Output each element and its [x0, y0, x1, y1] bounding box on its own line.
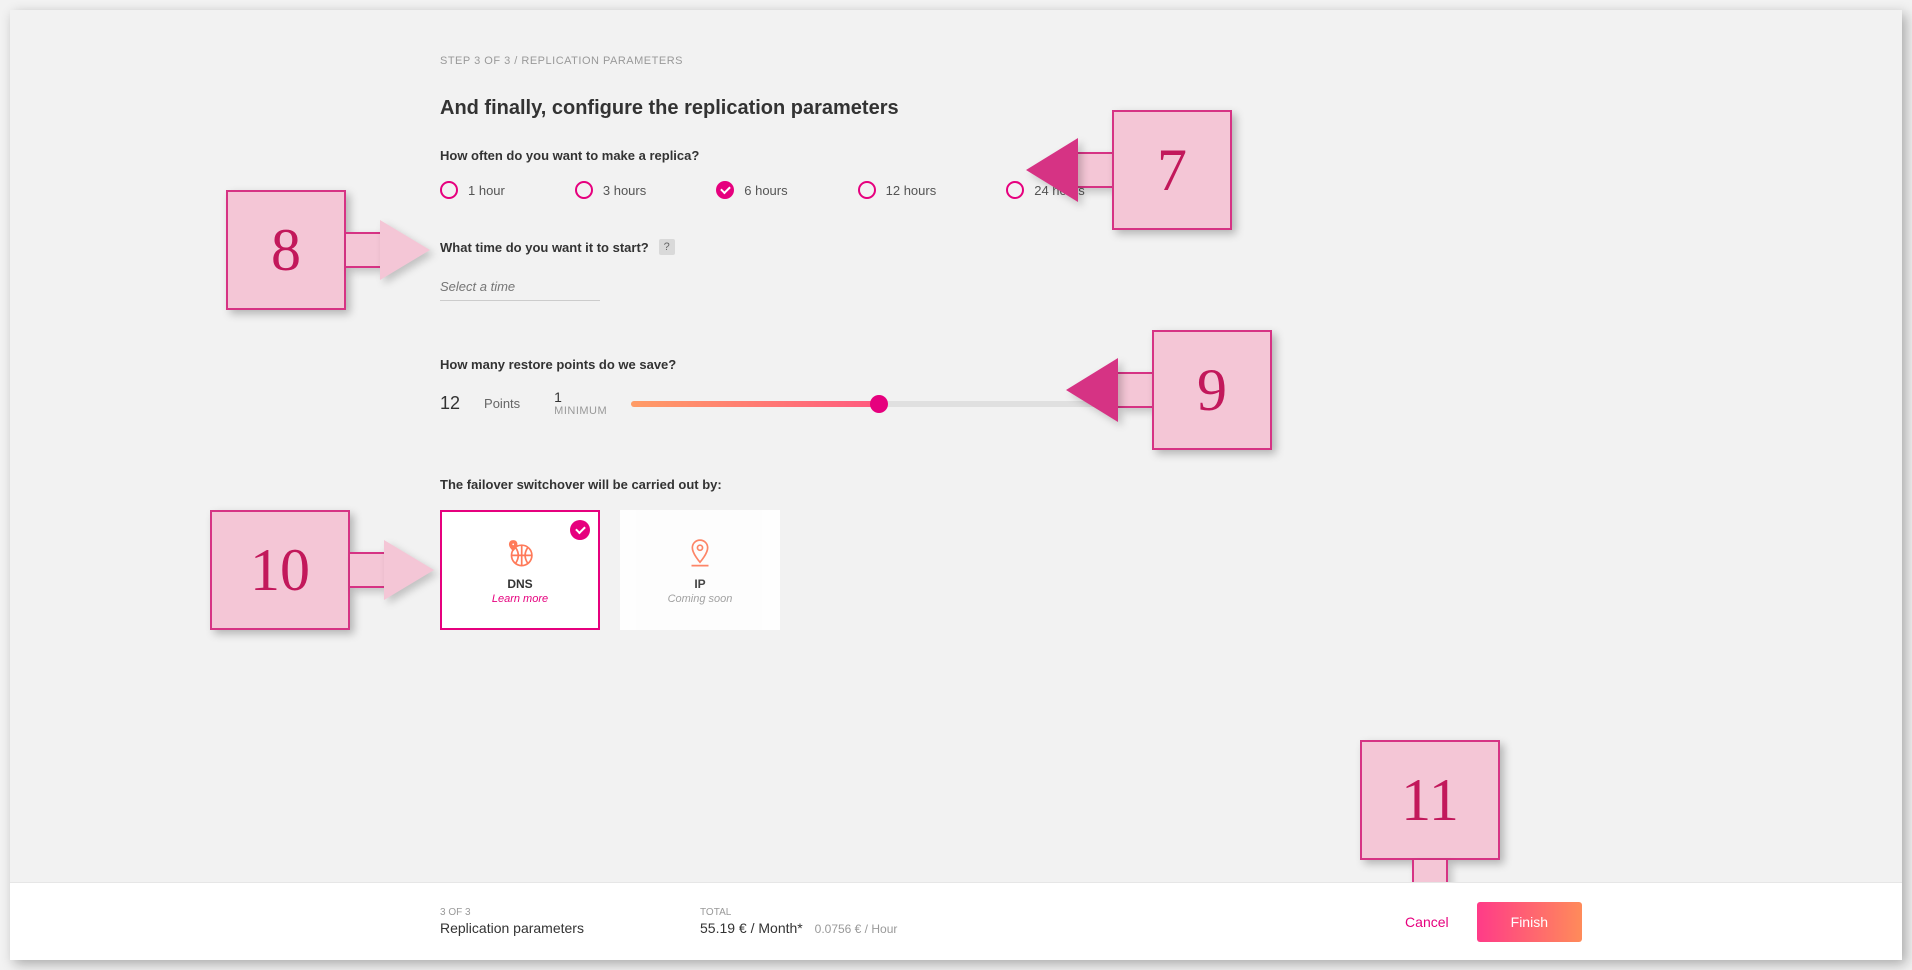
card-label: IP — [694, 577, 705, 591]
annotation-8: 8 — [226, 190, 428, 310]
breadcrumb-step: STEP 3 OF 3 — [440, 55, 511, 67]
radio-label: 1 hour — [468, 183, 505, 198]
pin-icon — [683, 535, 717, 569]
breadcrumb: STEP 3 OF 3 / REPLICATION PARAMETERS — [440, 55, 1240, 67]
start-time-question: What time do you want it to start? — [440, 240, 649, 255]
slider-fill — [631, 401, 879, 407]
radio-label: 6 hours — [744, 183, 787, 198]
annotation-9: 9 — [1070, 330, 1272, 450]
radio-label: 3 hours — [603, 183, 646, 198]
radio-1-hour[interactable]: 1 hour — [440, 181, 505, 199]
finish-button[interactable]: Finish — [1477, 902, 1582, 942]
slider-min-text: MINIMUM — [554, 405, 607, 417]
cancel-button[interactable]: Cancel — [1405, 914, 1449, 930]
footer-total-label: TOTAL — [700, 907, 897, 918]
annotation-10: 10 — [210, 510, 432, 630]
footer-hourly-price: 0.0756 € / Hour — [815, 922, 898, 936]
radio-6-hours[interactable]: 6 hours — [716, 181, 787, 199]
annotation-7: 7 — [1030, 110, 1232, 230]
footer-step-name: Replication parameters — [440, 920, 700, 936]
slider-thumb[interactable] — [870, 395, 888, 413]
failover-question: The failover switchover will be carried … — [440, 477, 1240, 492]
card-label: DNS — [507, 577, 532, 591]
radio-icon — [1006, 181, 1024, 199]
footer-monthly-price: 55.19 € / Month* — [700, 920, 803, 936]
check-icon — [570, 520, 590, 540]
card-sublabel: Coming soon — [668, 593, 733, 605]
restore-value: 12 — [440, 393, 460, 414]
breadcrumb-name: REPLICATION PARAMETERS — [521, 55, 683, 67]
radio-label: 12 hours — [886, 183, 937, 198]
footer-step-count: 3 OF 3 — [440, 907, 700, 918]
breadcrumb-sep: / — [514, 55, 518, 67]
globe-pin-icon — [503, 535, 537, 569]
start-time-input[interactable] — [440, 273, 600, 301]
radio-icon — [716, 181, 734, 199]
help-icon[interactable]: ? — [659, 239, 675, 255]
radio-icon — [858, 181, 876, 199]
slider-min-label: 1 MINIMUM — [554, 390, 607, 417]
failover-card-ip: IP Coming soon — [620, 510, 780, 630]
radio-icon — [440, 181, 458, 199]
failover-card-dns[interactable]: DNS Learn more — [440, 510, 600, 630]
footer-bar: 3 OF 3 Replication parameters TOTAL 55.1… — [10, 882, 1902, 960]
restore-unit: Points — [484, 396, 520, 411]
card-sublabel: Learn more — [492, 593, 548, 605]
radio-icon — [575, 181, 593, 199]
radio-3-hours[interactable]: 3 hours — [575, 181, 646, 199]
radio-12-hours[interactable]: 12 hours — [858, 181, 937, 199]
slider-min-value: 1 — [554, 390, 607, 405]
